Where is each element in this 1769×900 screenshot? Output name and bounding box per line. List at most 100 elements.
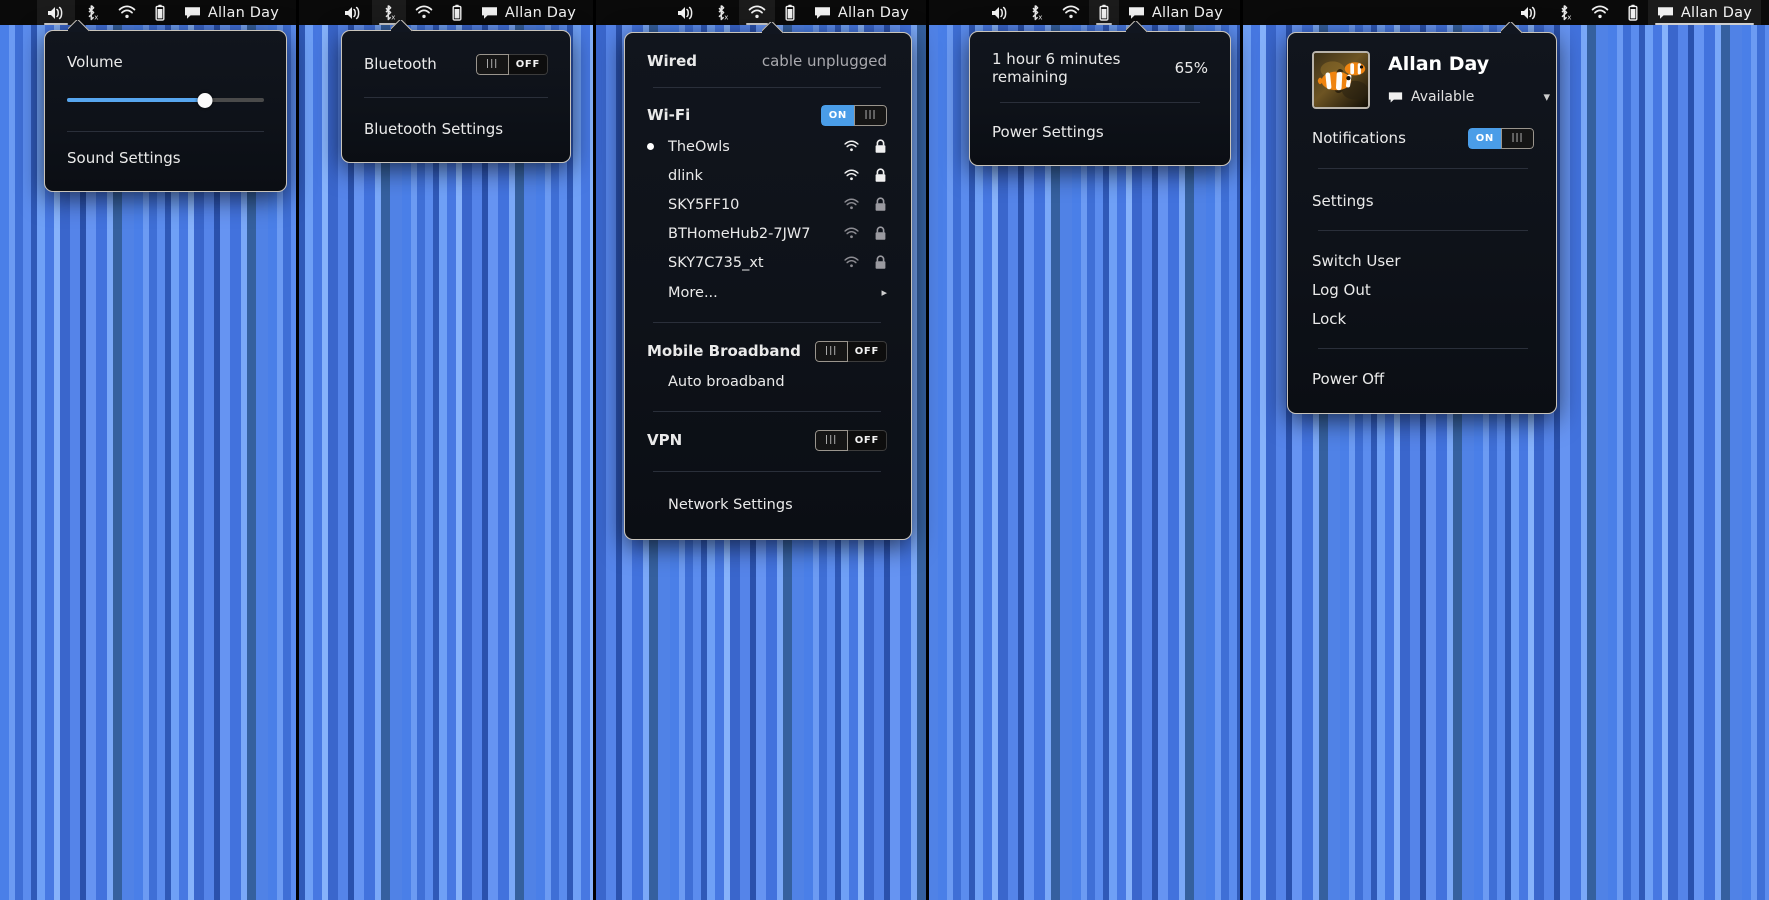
- wifi-label: Wi-Fi: [647, 106, 690, 124]
- mobile-broadband-toggle[interactable]: ||| OFF: [815, 341, 887, 362]
- topbar-volume-button[interactable]: [334, 0, 372, 25]
- menu-item-settings[interactable]: Settings: [1312, 186, 1534, 215]
- topbar-volume-button[interactable]: [981, 0, 1019, 25]
- network-settings-label: Network Settings: [661, 497, 887, 513]
- user-menu: Allan Day Available ▾ Notifications ON |…: [1287, 32, 1557, 414]
- topbar-battery-button[interactable]: [145, 0, 175, 25]
- wifi-network-row[interactable]: TheOwls: [647, 132, 887, 161]
- wifi-signal-icon: [843, 140, 860, 153]
- wifi-row-icons: [843, 197, 887, 212]
- wifi-icon: [118, 5, 136, 20]
- menu-pointer: [391, 20, 413, 32]
- volume-slider[interactable]: [67, 91, 264, 109]
- toggle-state-label: OFF: [509, 54, 548, 75]
- bluetooth-disabled-icon: x: [84, 4, 100, 21]
- wifi-row-icons: [843, 168, 887, 183]
- network-menu: Wired cable unplugged Wi-Fi ON ||| TheOw…: [624, 32, 912, 540]
- menu-item-log-out[interactable]: Log Out: [1312, 275, 1534, 304]
- battery-icon: [784, 4, 796, 22]
- menu-item-lock[interactable]: Lock: [1312, 304, 1534, 333]
- wired-row[interactable]: Wired cable unplugged: [647, 49, 887, 73]
- availability-row[interactable]: Available ▾: [1388, 89, 1550, 105]
- topbar-battery-button[interactable]: [1089, 0, 1119, 25]
- svg-text:x: x: [724, 14, 728, 21]
- bluetooth-settings-item[interactable]: Bluetooth Settings: [364, 116, 548, 142]
- power-menu: 1 hour 6 minutes remaining 65% Power Set…: [969, 31, 1231, 166]
- topbar-user-button[interactable]: Allan Day: [805, 0, 918, 25]
- wifi-network-row[interactable]: SKY5FF10: [647, 190, 887, 219]
- chevron-down-icon[interactable]: ▾: [1543, 90, 1550, 105]
- mobile-broadband-label: Mobile Broadband: [647, 342, 801, 360]
- wifi-network-row[interactable]: SKY7C735_xt: [647, 248, 887, 277]
- chevron-right-icon: ▸: [881, 286, 887, 299]
- power-settings-label: Power Settings: [992, 123, 1104, 141]
- wifi-signal-icon: [843, 256, 860, 269]
- topbar-user-button[interactable]: Allan Day: [1648, 0, 1761, 25]
- wifi-network-name: SKY7C735_xt: [661, 255, 843, 271]
- battery-icon: [1627, 4, 1639, 22]
- chat-icon: [1657, 6, 1674, 20]
- topbar-network-shot: x Allan Day: [596, 0, 926, 25]
- wifi-network-name: TheOwls: [661, 139, 843, 155]
- topbar-battery-button[interactable]: [442, 0, 472, 25]
- battery-remaining-label: 1 hour 6 minutes remaining: [992, 50, 1175, 86]
- volume-label: Volume: [67, 53, 123, 71]
- chat-icon: [1128, 6, 1145, 20]
- wifi-more-label: More...: [661, 285, 881, 301]
- sound-menu: Volume Sound Settings: [44, 30, 287, 192]
- wifi-more-item[interactable]: More... ▸: [647, 278, 887, 307]
- menu-pointer: [68, 20, 90, 32]
- wifi-toggle[interactable]: ON |||: [821, 105, 887, 126]
- network-settings-item[interactable]: Network Settings: [647, 490, 887, 519]
- menu-item-switch-user[interactable]: Switch User: [1312, 246, 1534, 275]
- topbar-user-button[interactable]: Allan Day: [472, 0, 585, 25]
- notifications-row: Notifications ON |||: [1312, 125, 1534, 151]
- toggle-knob: |||: [815, 341, 848, 362]
- svg-text:x: x: [94, 14, 98, 21]
- topbar-bluetooth-button[interactable]: x: [1548, 0, 1582, 25]
- topbar-battery-button[interactable]: [1618, 0, 1648, 25]
- slider-thumb[interactable]: [197, 93, 212, 108]
- desktop-composite: x Allan Day: [0, 0, 1769, 900]
- vpn-toggle[interactable]: ||| OFF: [815, 430, 887, 451]
- toggle-state-label: ON: [1468, 128, 1501, 149]
- divider: [364, 97, 548, 98]
- mobile-connection-item[interactable]: Auto broadband: [647, 367, 887, 396]
- avatar[interactable]: [1312, 51, 1370, 109]
- divider: [1318, 348, 1528, 349]
- svg-text:x: x: [1038, 14, 1042, 21]
- topbar-wifi-button[interactable]: [1582, 0, 1618, 25]
- menu-pointer: [1126, 21, 1148, 33]
- sound-settings-item[interactable]: Sound Settings: [67, 145, 264, 171]
- topbar-bluetooth-button[interactable]: x: [1019, 0, 1053, 25]
- topbar-user-label: Allan Day: [1152, 5, 1223, 21]
- bluetooth-disabled-icon: x: [381, 4, 397, 21]
- bluetooth-toggle[interactable]: ||| OFF: [476, 54, 548, 75]
- topbar-volume-button[interactable]: [667, 0, 705, 25]
- mobile-broadband-row: Mobile Broadband ||| OFF: [647, 338, 887, 364]
- vpn-label: VPN: [647, 431, 682, 449]
- notifications-toggle[interactable]: ON |||: [1468, 128, 1534, 149]
- topbar-bluetooth-button[interactable]: x: [705, 0, 739, 25]
- menu-item-label: Switch User: [1312, 252, 1401, 270]
- slider-fill: [67, 98, 205, 102]
- lock-icon: [874, 168, 887, 183]
- wifi-network-row[interactable]: dlink: [647, 161, 887, 190]
- wifi-signal-icon: [843, 169, 860, 182]
- wifi-icon: [1591, 5, 1609, 20]
- divider: [1318, 230, 1528, 231]
- notifications-label: Notifications: [1312, 129, 1406, 147]
- bluetooth-menu: Bluetooth ||| OFF Bluetooth Settings: [341, 30, 571, 163]
- user-identity-block: Allan Day Available ▾: [1312, 51, 1534, 109]
- bluetooth-settings-label: Bluetooth Settings: [364, 120, 503, 138]
- topbar-user-label: Allan Day: [1681, 5, 1752, 21]
- menu-item-power-off[interactable]: Power Off: [1312, 364, 1534, 393]
- divider: [653, 87, 881, 88]
- toggle-state-label: ON: [821, 105, 854, 126]
- wifi-network-row[interactable]: BTHomeHub2-7JW7: [647, 219, 887, 248]
- bluetooth-label: Bluetooth: [364, 55, 437, 73]
- topbar-user-button[interactable]: Allan Day: [175, 0, 288, 25]
- power-settings-item[interactable]: Power Settings: [992, 119, 1208, 145]
- topbar-wifi-button[interactable]: [109, 0, 145, 25]
- topbar-wifi-button[interactable]: [1053, 0, 1089, 25]
